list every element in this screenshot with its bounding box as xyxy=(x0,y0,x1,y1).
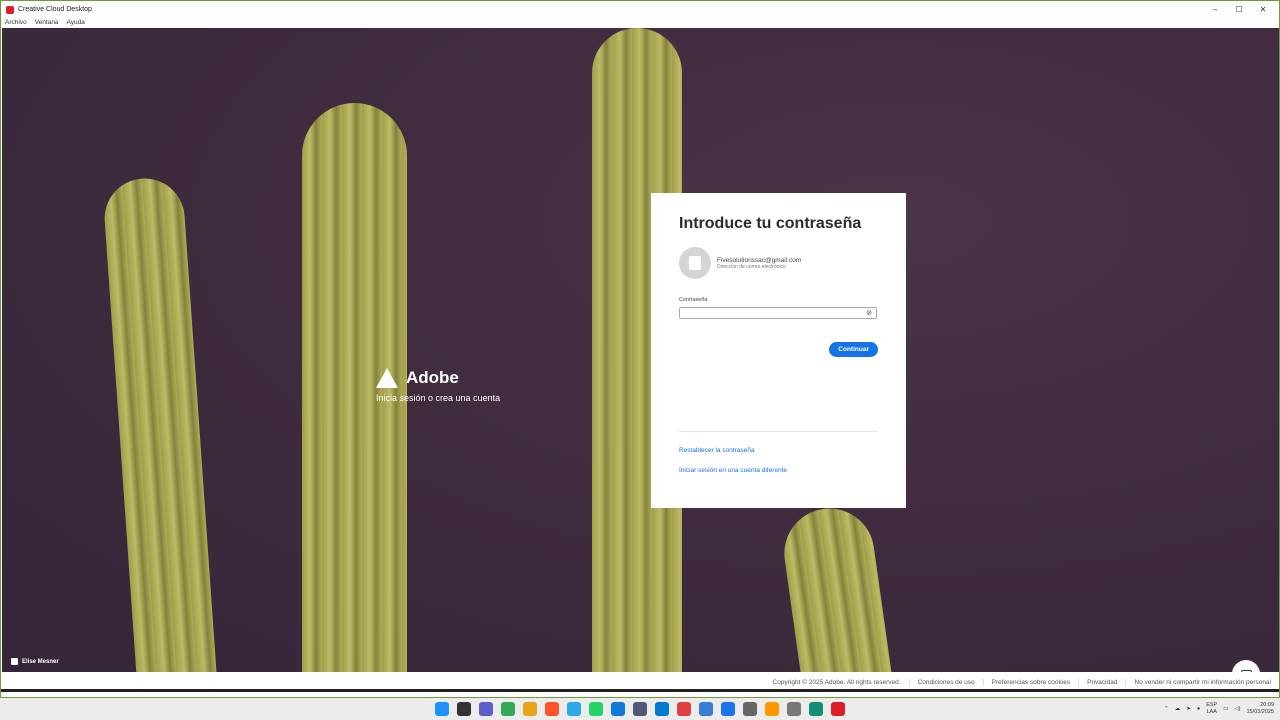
creative-cloud-icon[interactable] xyxy=(831,702,845,716)
creative-cloud-icon xyxy=(6,5,14,14)
volume-icon[interactable]: ◁) xyxy=(1234,706,1240,712)
password-input[interactable]: ⊘ xyxy=(679,307,877,319)
reset-password-link[interactable]: Restablecer la contraseña xyxy=(679,447,755,454)
menu-bar: Archivo Ventana Ayuda xyxy=(1,18,1279,28)
telegram-icon[interactable] xyxy=(567,702,581,716)
app-circle-icon[interactable] xyxy=(787,702,801,716)
avatar xyxy=(679,247,711,279)
edge-beta-icon[interactable] xyxy=(809,702,823,716)
user-icon xyxy=(11,658,18,665)
other-account-link[interactable]: Iniciar sesión en una cuenta diferente xyxy=(679,467,787,474)
terms-link[interactable]: Condiciones de uso xyxy=(908,678,983,686)
close-button[interactable]: ✕ xyxy=(1251,1,1275,18)
divider xyxy=(679,431,878,432)
window-title: Creative Cloud Desktop xyxy=(18,6,92,13)
menu-ayuda[interactable]: Ayuda xyxy=(67,18,85,28)
system-tray: ⌃ ☁ ➤ ● ESP LAA ▭ ◁) 20:09 15/03/2025 xyxy=(1164,700,1274,718)
dialog-title: Introduce tu contraseña xyxy=(679,215,862,232)
account-email: Fivesolutionssac@gmail.com xyxy=(717,256,802,264)
user-badge: Elise Mesner xyxy=(11,658,59,665)
app-blue-icon[interactable] xyxy=(721,702,735,716)
taskbar: ⌃ ☁ ➤ ● ESP LAA ▭ ◁) 20:09 15/03/2025 xyxy=(0,698,1280,720)
brave-icon[interactable] xyxy=(545,702,559,716)
app-window: Creative Cloud Desktop – ☐ ✕ Archivo Ven… xyxy=(0,0,1280,698)
network-icon[interactable]: ▭ xyxy=(1223,706,1228,712)
clock[interactable]: 20:09 15/03/2025 xyxy=(1246,702,1274,716)
continue-button[interactable]: Continuar xyxy=(829,342,878,357)
app-red-icon[interactable] xyxy=(677,702,691,716)
account-info: Fivesolutionssac@gmail.com Dirección de … xyxy=(679,247,878,279)
eye-hidden-icon[interactable]: ⊘ xyxy=(866,310,872,317)
settings-icon[interactable] xyxy=(743,702,757,716)
vscode-icon[interactable] xyxy=(655,702,669,716)
app-mail-icon[interactable] xyxy=(699,702,713,716)
window-controls: – ☐ ✕ xyxy=(1203,1,1275,18)
building-icon xyxy=(689,256,701,270)
cactus-image xyxy=(778,502,896,672)
horizontal-scrollbar[interactable] xyxy=(1,689,1279,692)
account-email-caption: Dirección de correo electrónico xyxy=(717,263,786,270)
search-icon[interactable] xyxy=(457,702,471,716)
password-label: Contraseña xyxy=(679,297,708,303)
sublime-icon[interactable] xyxy=(765,702,779,716)
password-dialog: Introduce tu contraseña Fivesolutionssac… xyxy=(651,193,906,508)
menu-archivo[interactable]: Archivo xyxy=(5,18,27,28)
chrome-canary-icon[interactable] xyxy=(523,702,537,716)
cookie-prefs-link[interactable]: Preferencias sobre cookies xyxy=(982,678,1078,686)
brand-tagline: Inicia sesión o crea una cuenta xyxy=(376,393,501,403)
title-bar: Creative Cloud Desktop – ☐ ✕ xyxy=(1,1,1279,18)
taskbar-icons xyxy=(435,702,845,716)
user-name: Elise Mesner xyxy=(22,658,59,665)
do-not-sell-link[interactable]: No vender ni compartir mi información pe… xyxy=(1125,678,1279,686)
whatsapp-icon[interactable] xyxy=(589,702,603,716)
mic-icon[interactable]: ● xyxy=(1197,706,1200,712)
edge-icon[interactable] xyxy=(611,702,625,716)
adobe-logo-icon xyxy=(376,368,398,388)
chrome-icon[interactable] xyxy=(501,702,515,716)
brand-name: Adobe xyxy=(406,368,459,387)
background-stage: Adobe Inicia sesión o crea una cuenta El… xyxy=(2,28,1279,672)
language-indicator[interactable]: ESP LAA xyxy=(1206,702,1217,716)
cactus-image xyxy=(101,175,219,672)
app-1-icon[interactable] xyxy=(633,702,647,716)
windows-start-icon[interactable] xyxy=(435,702,449,716)
chevron-up-icon[interactable]: ⌃ xyxy=(1164,706,1169,712)
cloud-icon[interactable]: ☁ xyxy=(1175,706,1181,712)
minimize-button[interactable]: – xyxy=(1203,1,1227,18)
teams-icon[interactable] xyxy=(479,702,493,716)
menu-ventana[interactable]: Ventana xyxy=(35,18,59,28)
maximize-button[interactable]: ☐ xyxy=(1227,1,1251,18)
adobe-brand: Adobe Inicia sesión o crea una cuenta xyxy=(376,368,500,403)
chat-button[interactable] xyxy=(1232,660,1260,672)
copyright-text: Copyright © 2025 Adobe. All rights reser… xyxy=(772,678,901,686)
privacy-link[interactable]: Privacidad xyxy=(1078,678,1125,686)
telegram-tray-icon[interactable]: ➤ xyxy=(1186,706,1191,712)
